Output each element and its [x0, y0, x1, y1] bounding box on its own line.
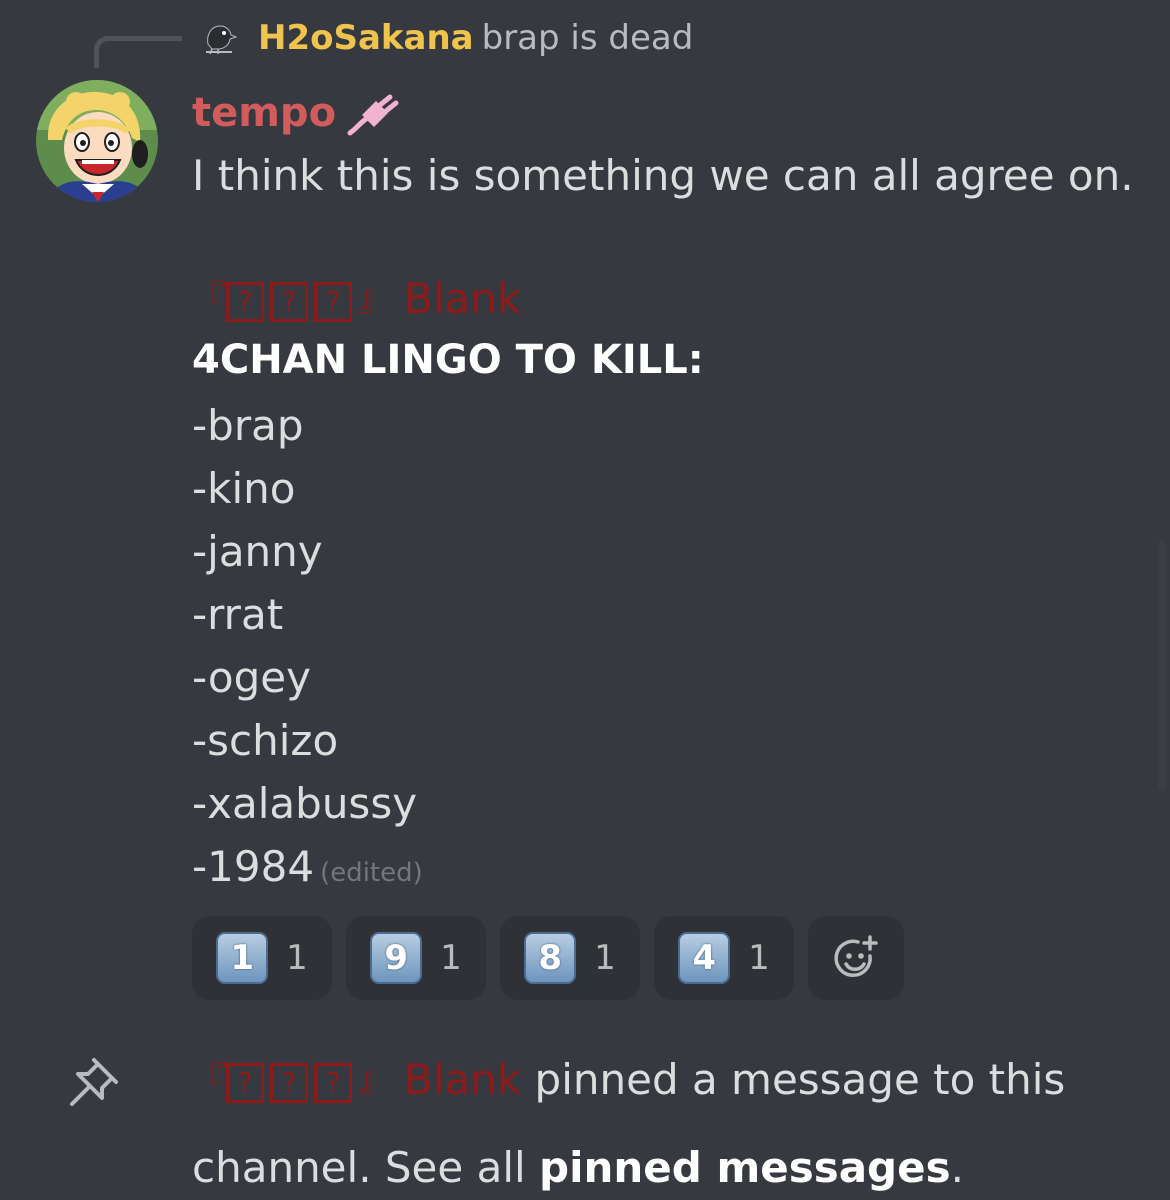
- list-item: -janny: [192, 527, 323, 576]
- missing-glyph-box: ?: [226, 281, 264, 322]
- message-headline: 4CHAN LINGO TO KILL:: [192, 337, 704, 383]
- list-item: -schizo: [192, 716, 339, 765]
- edited-label: (edited): [320, 858, 423, 888]
- missing-glyph-box: ?: [270, 1062, 308, 1103]
- reaction-keycap-1[interactable]: 1 1: [192, 916, 332, 1000]
- keycap-four-icon: 4: [678, 932, 731, 984]
- reaction-keycap-4[interactable]: 4 1: [654, 916, 794, 1000]
- list-item: -kino: [192, 464, 296, 513]
- message-header: tempo: [192, 88, 400, 138]
- reply-author[interactable]: H2oSakana: [258, 18, 474, 58]
- add-reaction-button[interactable]: [808, 916, 904, 1000]
- crow-avatar-icon[interactable]: [198, 16, 240, 58]
- keycap-nine-icon: 9: [370, 932, 423, 984]
- close-bracket: 』: [358, 1060, 392, 1100]
- reaction-keycap-9[interactable]: 9 1: [346, 916, 486, 1000]
- pin-notice-line-2: channel. See all pinned messages.: [192, 1138, 964, 1198]
- plug-icon[interactable]: [346, 93, 400, 137]
- open-bracket: 『: [192, 279, 226, 319]
- reaction-bar: 1 1 9 1 8 1 4 1: [192, 916, 904, 1000]
- missing-glyph-box: ?: [226, 1062, 264, 1103]
- pin-icon: [70, 1058, 118, 1106]
- list-item: -rrat: [192, 590, 284, 639]
- pin-notice-line: 『???』 Blank pinned a message to this: [192, 1050, 1065, 1110]
- pin-notice-text: channel. See all: [192, 1143, 526, 1192]
- keycap-eight-icon: 8: [524, 932, 577, 984]
- missing-glyph-box: ?: [270, 281, 308, 322]
- close-bracket: 』: [358, 279, 392, 319]
- missing-glyph-box: ?: [314, 281, 352, 322]
- pinner-name[interactable]: Blank: [404, 1055, 521, 1104]
- open-bracket: 『: [192, 1060, 226, 1100]
- list-item: -ogey: [192, 653, 311, 702]
- reaction-count: 1: [594, 938, 616, 978]
- keycap-one-icon: 1: [216, 932, 269, 984]
- scrollbar[interactable]: [1158, 540, 1166, 790]
- lingo-list: -brap -kino -janny -rrat -ogey -schizo -…: [192, 394, 423, 905]
- reaction-count: 1: [286, 938, 308, 978]
- pin-notice-text: pinned a message to this: [534, 1055, 1066, 1104]
- reply-connector: [94, 36, 182, 68]
- reaction-count: 1: [748, 938, 770, 978]
- missing-glyph-box: ?: [314, 1062, 352, 1103]
- quoted-name: Blank: [404, 274, 522, 323]
- message-text: I think this is something we can all agr…: [192, 151, 1134, 200]
- list-item-last: -1984 (edited): [192, 835, 423, 905]
- pin-notice-period: .: [950, 1143, 964, 1192]
- list-item-text: -1984: [192, 842, 315, 891]
- message-author[interactable]: tempo: [192, 90, 336, 136]
- quoted-role-mention[interactable]: 『???』 Blank: [192, 272, 521, 326]
- add-reaction-icon: [834, 935, 878, 978]
- anime-girl-avatar[interactable]: [36, 80, 158, 202]
- list-item: -brap: [192, 401, 304, 450]
- list-item: -xalabussy: [192, 779, 418, 828]
- reaction-count: 1: [440, 938, 462, 978]
- pinned-messages-link[interactable]: pinned messages: [539, 1143, 951, 1192]
- reply-header[interactable]: H2oSakana brap is dead: [258, 16, 693, 60]
- reaction-keycap-8[interactable]: 8 1: [500, 916, 640, 1000]
- reply-preview-text[interactable]: brap is dead: [482, 18, 694, 58]
